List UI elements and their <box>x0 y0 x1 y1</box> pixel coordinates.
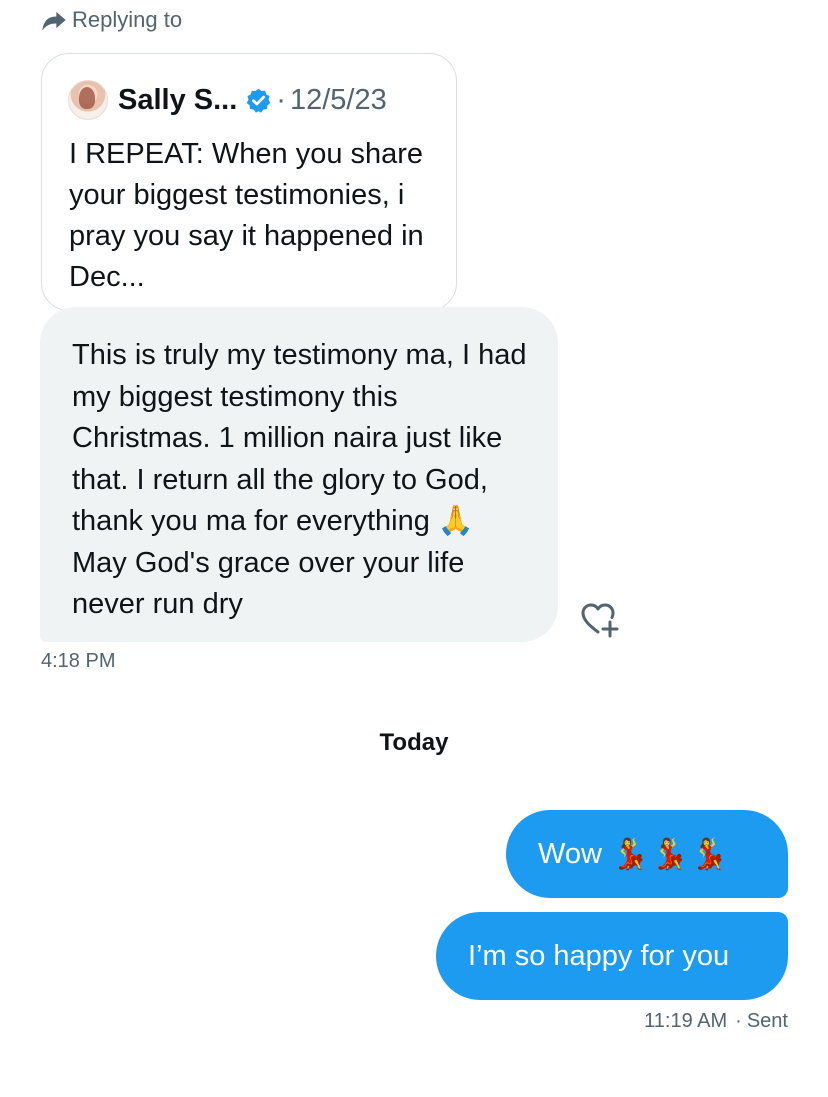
post-date: 12/5/23 <box>289 83 387 116</box>
verified-badge-icon <box>246 88 271 113</box>
author-name[interactable]: Sally S... <box>118 84 237 117</box>
replying-to-text: Replying to <box>72 7 183 32</box>
reply-arrow-icon <box>42 11 66 31</box>
status-separator: · <box>735 1010 742 1032</box>
add-reaction-heart-icon[interactable] <box>578 598 622 642</box>
quoted-post-card[interactable]: Sally S... · 12/5/23 I REPEAT: When you … <box>41 53 457 311</box>
day-separator: Today <box>379 729 449 756</box>
received-message-text: This is truly my testimony ma, I had my … <box>72 339 527 620</box>
received-message-bubble[interactable]: This is truly my testimony ma, I had my … <box>40 307 558 642</box>
received-message-timestamp: 4:18 PM <box>41 650 116 672</box>
sent-timestamp: 11:19 AM <box>644 1010 728 1032</box>
header-separator: · <box>276 83 286 116</box>
replying-to-label: Replying to <box>40 6 182 34</box>
author-avatar[interactable] <box>68 80 108 120</box>
sent-message-bubble[interactable]: I’m so happy for you <box>436 912 788 1000</box>
sent-status-label: Sent <box>746 1010 788 1032</box>
sent-message-text: Wow <box>538 837 602 870</box>
dancer-emoji: 💃💃💃 <box>611 837 730 871</box>
sent-message-bubble[interactable]: Wow 💃💃💃 <box>506 810 788 898</box>
sent-message-status: 11:19 AM · Sent <box>644 1010 788 1033</box>
quoted-post-header: Sally S... · 12/5/23 <box>68 80 387 120</box>
quoted-post-text: I REPEAT: When you share your biggest te… <box>69 138 424 293</box>
sent-message-text: I’m so happy for you <box>468 939 730 972</box>
